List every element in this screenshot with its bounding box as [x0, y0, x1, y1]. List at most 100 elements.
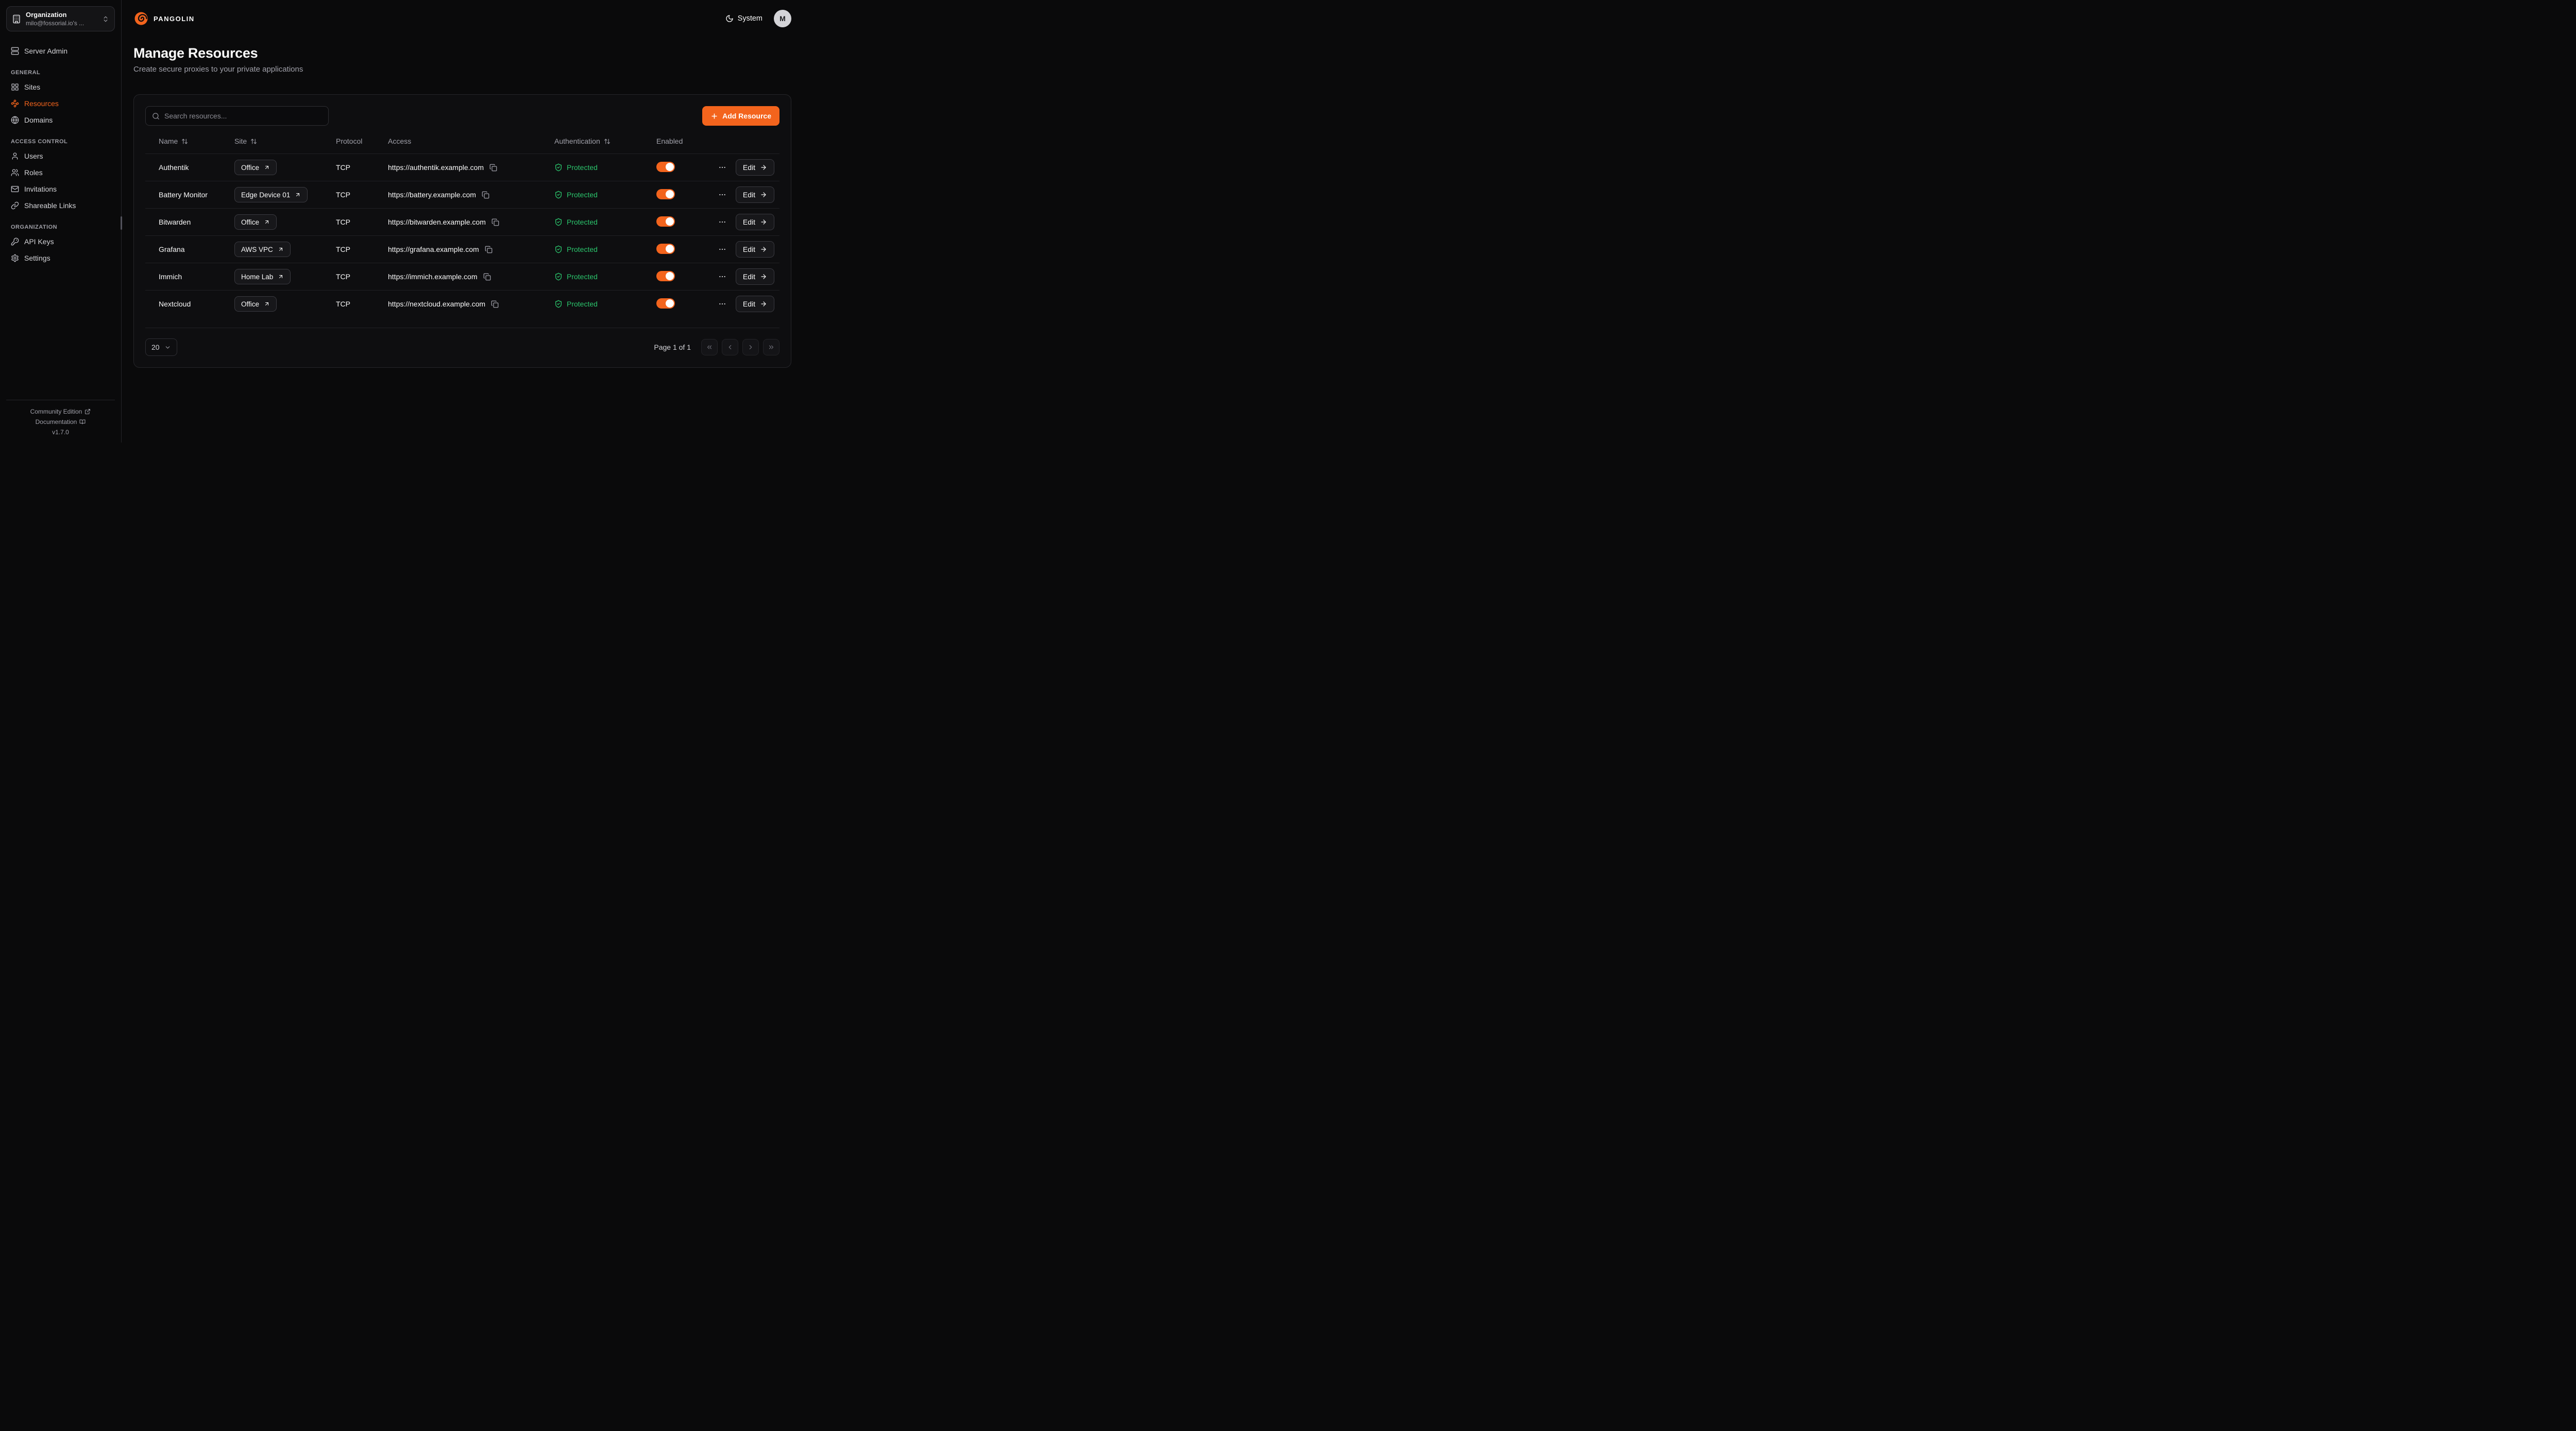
first-page-button[interactable] [701, 339, 718, 355]
arrow-up-right-icon [264, 301, 270, 307]
row-menu-button[interactable] [717, 299, 727, 309]
next-page-button[interactable] [742, 339, 759, 355]
sidebar-item-resources[interactable]: Resources [6, 95, 115, 112]
theme-toggle-button[interactable]: System [725, 14, 762, 23]
table-row: Immich Home Lab TCP https://immich.examp… [145, 263, 779, 290]
org-switcher[interactable]: Organization milo@fossorial.io's ... [6, 6, 115, 31]
ellipsis-icon [718, 218, 726, 226]
resource-protocol: TCP [336, 272, 388, 281]
ellipsis-icon [718, 163, 726, 172]
sidebar-item-domains[interactable]: Domains [6, 112, 115, 128]
sidebar-item-shareable-links[interactable]: Shareable Links [6, 197, 115, 214]
edit-button[interactable]: Edit [736, 241, 774, 258]
sidebar-item-roles[interactable]: Roles [6, 164, 115, 181]
row-menu-button[interactable] [717, 244, 727, 254]
column-header-name[interactable]: Name [159, 137, 234, 145]
documentation-link[interactable]: Documentation [6, 417, 115, 427]
org-switcher-label: Organization [26, 11, 97, 19]
auth-status: Protected [567, 300, 598, 308]
ellipsis-icon [718, 191, 726, 199]
shield-check-icon [554, 272, 563, 281]
edit-button[interactable]: Edit [736, 296, 774, 312]
sidebar-item-label: Settings [24, 254, 50, 262]
edit-button[interactable]: Edit [736, 268, 774, 285]
site-link-button[interactable]: Office [234, 296, 277, 312]
toggle-knob [666, 163, 674, 171]
copy-url-button[interactable] [491, 300, 499, 308]
resource-url: https://battery.example.com [388, 191, 476, 199]
site-link-button[interactable]: Office [234, 214, 277, 230]
sidebar-item-label: Shareable Links [24, 201, 76, 210]
site-link-button[interactable]: Office [234, 160, 277, 175]
toggle-knob [666, 245, 674, 253]
copy-url-button[interactable] [489, 164, 497, 172]
main-content: PANGOLIN System M Manage Resources Creat… [122, 0, 808, 442]
chevrons-up-down-icon [102, 15, 109, 23]
copy-icon [491, 300, 499, 308]
arrow-up-right-icon [278, 274, 284, 280]
copy-url-button[interactable] [492, 218, 499, 226]
row-menu-button[interactable] [717, 271, 727, 282]
sidebar-resize-handle[interactable] [121, 216, 122, 230]
copy-icon [489, 164, 497, 172]
community-edition-link[interactable]: Community Edition [6, 406, 115, 417]
table-row: Battery Monitor Edge Device 01 TCP https… [145, 181, 779, 208]
sidebar-item-server-admin[interactable]: Server Admin [6, 43, 115, 59]
enabled-toggle[interactable] [656, 189, 675, 199]
sidebar-item-sites[interactable]: Sites [6, 79, 115, 95]
toggle-knob [666, 190, 674, 198]
sites-icon [11, 83, 19, 91]
edit-button[interactable]: Edit [736, 159, 774, 176]
site-link-button[interactable]: Home Lab [234, 269, 291, 284]
edit-button[interactable]: Edit [736, 186, 774, 203]
search-icon [152, 112, 160, 120]
sidebar-item-invitations[interactable]: Invitations [6, 181, 115, 197]
add-resource-button[interactable]: Add Resource [702, 106, 779, 126]
sort-icon [181, 138, 188, 145]
arrow-right-icon [760, 300, 767, 308]
chevron-down-icon [164, 344, 171, 351]
shield-check-icon [554, 218, 563, 226]
enabled-toggle[interactable] [656, 216, 675, 227]
row-menu-button[interactable] [717, 190, 727, 200]
prev-page-button[interactable] [722, 339, 738, 355]
table-row: Nextcloud Office TCP https://nextcloud.e… [145, 290, 779, 317]
arrow-right-icon [760, 246, 767, 253]
copy-url-button[interactable] [482, 191, 489, 199]
enabled-toggle[interactable] [656, 298, 675, 309]
resource-url: https://authentik.example.com [388, 163, 484, 172]
copy-url-button[interactable] [485, 246, 493, 253]
row-menu-button[interactable] [717, 217, 727, 227]
sidebar-item-settings[interactable]: Settings [6, 250, 115, 266]
column-header-site[interactable]: Site [234, 137, 336, 145]
users-icon [11, 152, 19, 160]
enabled-toggle[interactable] [656, 162, 675, 172]
sidebar-item-users[interactable]: Users [6, 148, 115, 164]
resource-protocol: TCP [336, 218, 388, 226]
domains-icon [11, 116, 19, 124]
shield-check-icon [554, 300, 563, 308]
sidebar: Organization milo@fossorial.io's ... Ser… [0, 0, 122, 442]
ellipsis-icon [718, 300, 726, 308]
site-link-button[interactable]: Edge Device 01 [234, 187, 308, 202]
site-link-button[interactable]: AWS VPC [234, 242, 291, 257]
column-header-authentication[interactable]: Authentication [554, 137, 656, 145]
settings-icon [11, 254, 19, 262]
arrow-right-icon [760, 273, 767, 280]
page-size-select[interactable]: 20 [145, 338, 177, 356]
avatar[interactable]: M [774, 10, 791, 27]
row-menu-button[interactable] [717, 162, 727, 173]
edit-button[interactable]: Edit [736, 214, 774, 230]
add-resource-label: Add Resource [722, 112, 771, 120]
search-input[interactable] [164, 112, 322, 120]
resource-name: Grafana [159, 245, 234, 253]
enabled-toggle[interactable] [656, 244, 675, 254]
last-page-button[interactable] [763, 339, 779, 355]
arrow-right-icon [760, 164, 767, 171]
chevron-right-icon [747, 344, 754, 351]
sidebar-item-api-keys[interactable]: API Keys [6, 233, 115, 250]
enabled-toggle[interactable] [656, 271, 675, 281]
arrow-up-right-icon [295, 192, 301, 198]
copy-url-button[interactable] [483, 273, 491, 281]
sort-icon [250, 138, 257, 145]
